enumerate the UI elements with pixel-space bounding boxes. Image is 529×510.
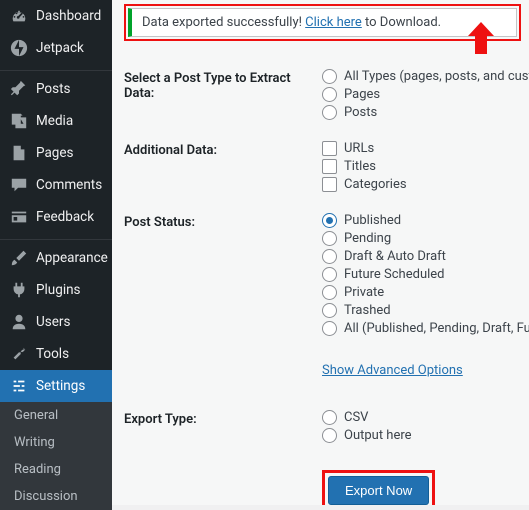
sidebar-item-appearance[interactable]: Appearance (0, 242, 112, 274)
radio-private[interactable] (322, 285, 337, 300)
sidebar-item-tools[interactable]: Tools (0, 338, 112, 370)
radio-future[interactable] (322, 267, 337, 282)
sidebar-item-label: Settings (36, 378, 85, 394)
status-option[interactable]: Published (322, 213, 529, 228)
status-label: Post Status: (124, 213, 322, 230)
pin-icon (10, 80, 28, 98)
export-type-label: Export Type: (124, 410, 322, 427)
sidebar-item-settings[interactable]: Settings (0, 370, 112, 402)
sidebar-item-label: Media (36, 113, 73, 129)
export-option[interactable]: CSV (322, 410, 521, 425)
sidebar-item-dashboard[interactable]: Dashboard (0, 0, 112, 32)
radio-draft[interactable] (322, 249, 337, 264)
sidebar-item-label: Appearance (36, 250, 108, 266)
additional-label: Additional Data: (124, 141, 322, 158)
post-type-option[interactable]: All Types (pages, posts, and custom po (322, 69, 529, 84)
sidebar-item-comments[interactable]: Comments (0, 169, 112, 201)
status-option[interactable]: Trashed (322, 303, 529, 318)
status-option[interactable]: Private (322, 285, 529, 300)
sidebar-item-media[interactable]: Media (0, 105, 112, 137)
settings-icon (10, 377, 28, 395)
check-titles[interactable] (322, 159, 337, 174)
main-content: Data exported successfully! Click here t… (112, 0, 529, 505)
sidebar-item-label: Plugins (36, 282, 81, 298)
radio-pages[interactable] (322, 87, 337, 102)
advanced-options-link[interactable]: Show Advanced Options (322, 363, 463, 378)
additional-option[interactable]: Titles (322, 159, 521, 174)
page-icon (10, 144, 28, 162)
radio-output[interactable] (322, 428, 337, 443)
status-option[interactable]: Pending (322, 231, 529, 246)
sidebar-item-pages[interactable]: Pages (0, 137, 112, 169)
radio-all[interactable] (322, 321, 337, 336)
arrow-up-icon (468, 22, 494, 54)
sidebar-item-label: Jetpack (36, 40, 84, 56)
export-option[interactable]: Output here (322, 428, 521, 443)
sidebar-item-label: Feedback (36, 209, 94, 225)
dashboard-icon (10, 7, 28, 25)
radio-trashed[interactable] (322, 303, 337, 318)
status-option[interactable]: Future Scheduled (322, 267, 529, 282)
sidebar-item-users[interactable]: Users (0, 306, 112, 338)
check-urls[interactable] (322, 141, 337, 156)
export-now-button[interactable]: Export Now (328, 476, 429, 505)
sidebar-item-label: Comments (36, 177, 102, 193)
sidebar-item-plugins[interactable]: Plugins (0, 274, 112, 306)
post-type-option[interactable]: Posts (322, 105, 529, 120)
comment-icon (10, 176, 28, 194)
user-icon (10, 313, 28, 331)
sidebar-item-label: Dashboard (36, 8, 101, 24)
sub-item-discussion[interactable]: Discussion (0, 483, 112, 510)
wrench-icon (10, 345, 28, 363)
sidebar-item-posts[interactable]: Posts (0, 73, 112, 105)
radio-all-types[interactable] (322, 69, 337, 84)
sidebar-item-label: Tools (36, 346, 69, 362)
jetpack-icon (10, 39, 28, 57)
sub-item-general[interactable]: General (0, 402, 112, 429)
success-notice: Data exported successfully! Click here t… (128, 8, 517, 37)
notice-text-before: Data exported successfully! (142, 15, 305, 30)
additional-option[interactable]: Categories (322, 177, 521, 192)
radio-csv[interactable] (322, 410, 337, 425)
notice-highlight: Data exported successfully! Click here t… (124, 4, 521, 41)
media-icon (10, 112, 28, 130)
button-highlight: Export Now (322, 470, 435, 505)
post-type-label: Select a Post Type to Extract Data: (124, 69, 322, 101)
radio-posts[interactable] (322, 105, 337, 120)
status-option[interactable]: All (Published, Pending, Draft, Future S (322, 321, 529, 336)
feedback-icon (10, 208, 28, 226)
check-categories[interactable] (322, 177, 337, 192)
additional-option[interactable]: URLs (322, 141, 521, 156)
sidebar-item-jetpack[interactable]: Jetpack (0, 32, 112, 64)
status-option[interactable]: Draft & Auto Draft (322, 249, 529, 264)
sidebar-item-label: Pages (36, 145, 74, 161)
plugin-icon (10, 281, 28, 299)
settings-submenu: General Writing Reading Discussion (0, 402, 112, 510)
notice-text-after: to Download. (362, 15, 441, 30)
sidebar-item-label: Users (36, 314, 70, 330)
download-link[interactable]: Click here (305, 15, 362, 30)
post-type-option[interactable]: Pages (322, 87, 529, 102)
sub-item-reading[interactable]: Reading (0, 456, 112, 483)
radio-published[interactable] (322, 213, 337, 228)
brush-icon (10, 249, 28, 267)
sidebar-item-feedback[interactable]: Feedback (0, 201, 112, 233)
sub-item-writing[interactable]: Writing (0, 429, 112, 456)
admin-sidebar: Dashboard Jetpack Posts Media Pages Comm… (0, 0, 112, 505)
radio-pending[interactable] (322, 231, 337, 246)
sidebar-item-label: Posts (36, 81, 70, 97)
